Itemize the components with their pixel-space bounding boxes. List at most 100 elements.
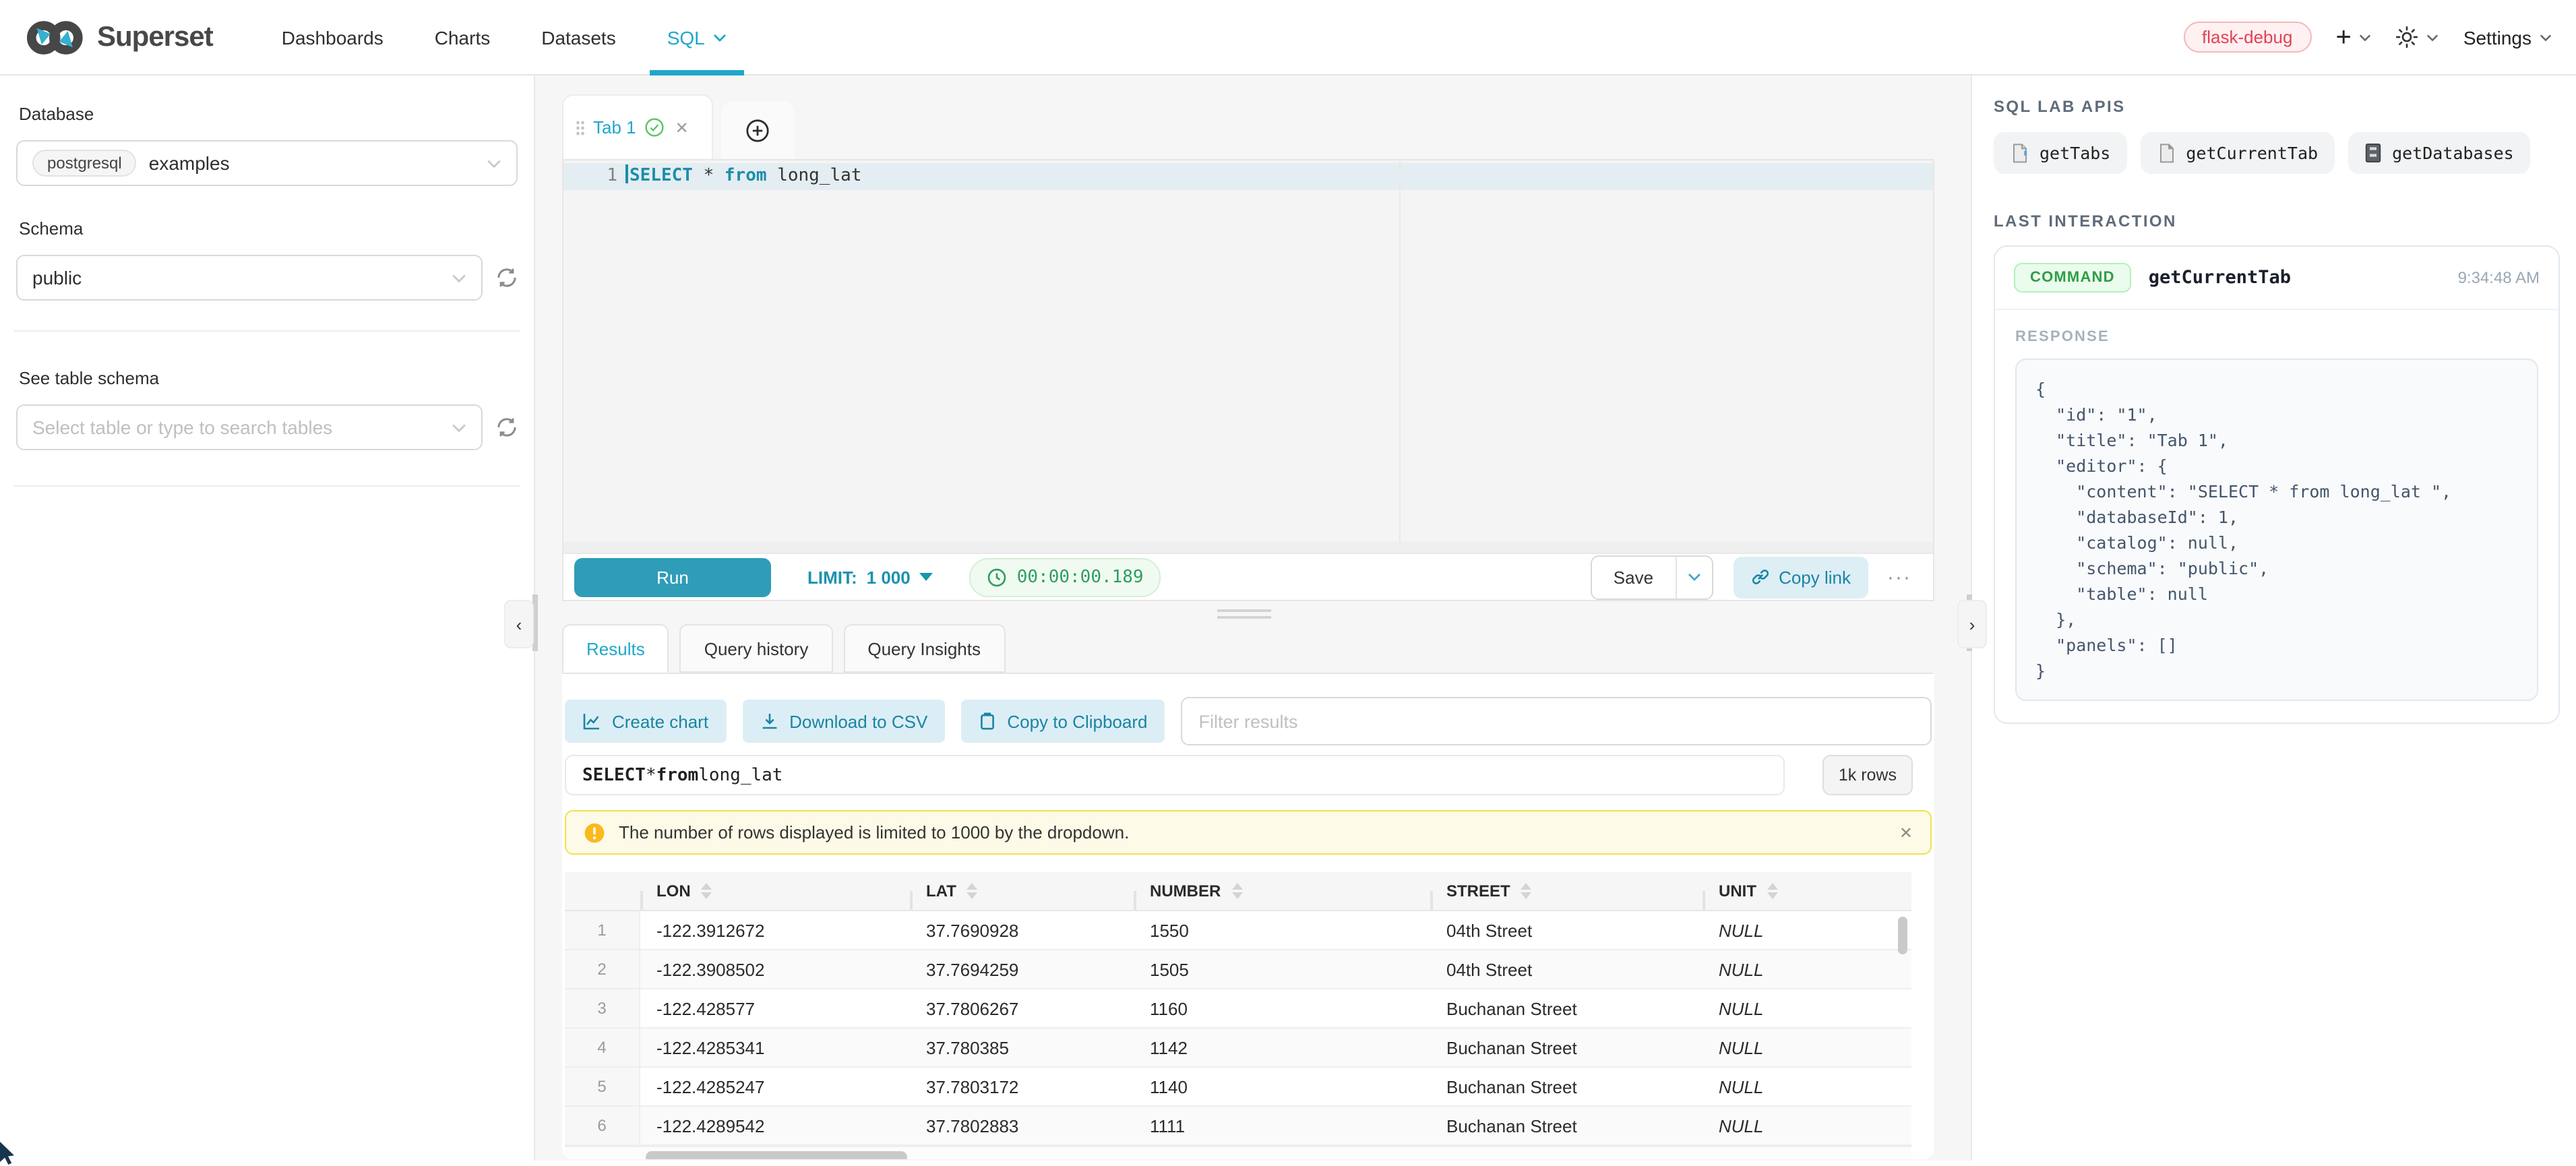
download-icon — [760, 712, 778, 731]
cell-lat: 37.780385 — [910, 1037, 1134, 1057]
command-timestamp: 9:34:48 AM — [2458, 268, 2540, 287]
table-horizontal-scrollbar-track — [565, 1146, 1911, 1159]
nav-item-datasets[interactable]: Datasets — [516, 0, 642, 75]
copy-clipboard-button[interactable]: Copy to Clipboard — [961, 700, 1165, 743]
command-badge: COMMAND — [2014, 263, 2131, 293]
chart-icon — [582, 712, 601, 731]
editor-horizontal-scrollbar[interactable] — [563, 542, 1933, 553]
superset-brand[interactable]: Superset — [24, 18, 213, 56]
database-label: Database — [19, 104, 518, 124]
table-row[interactable]: 1 -122.3912672 37.7690928 1550 04th Stre… — [565, 911, 1911, 950]
elapsed-time: 00:00:00.189 — [1017, 567, 1144, 587]
sidebar-divider — [13, 330, 520, 332]
column-header-unit[interactable]: UNIT — [1703, 882, 1911, 900]
tab-results[interactable]: Results — [562, 624, 669, 673]
save-split-button: Save — [1591, 555, 1713, 599]
response-heading: RESPONSE — [2015, 329, 2538, 345]
tab-query-history[interactable]: Query history — [680, 624, 833, 673]
close-tab-icon[interactable]: ✕ — [675, 118, 689, 137]
settings-menu[interactable]: Settings — [2463, 26, 2552, 48]
cell-number: 1111 — [1134, 1115, 1430, 1136]
column-header-number[interactable]: NUMBER — [1134, 882, 1430, 900]
collapse-left-panel-button[interactable]: ‹ — [504, 600, 534, 648]
limit-dropdown[interactable]: LIMIT: 1 000 — [807, 567, 933, 587]
table-row[interactable]: 2 -122.3908502 37.7694259 1505 04th Stre… — [565, 950, 1911, 989]
run-query-button[interactable]: Run — [574, 557, 771, 596]
theme-toggle-button[interactable] — [2396, 26, 2439, 49]
link-icon — [1750, 567, 1769, 586]
mouse-cursor — [0, 1142, 19, 1166]
download-csv-button[interactable]: Download to CSV — [742, 700, 945, 743]
table-horizontal-scrollbar[interactable] — [646, 1151, 907, 1159]
row-count-badge: 1k rows — [1822, 755, 1913, 795]
sort-icon — [1231, 883, 1242, 899]
cell-number: 1550 — [1134, 920, 1430, 940]
top-nav: Superset Dashboards Charts Datasets SQL … — [0, 0, 2576, 75]
nav-item-charts[interactable]: Charts — [409, 0, 516, 75]
more-actions-button[interactable]: ··· — [1887, 565, 1911, 588]
query-preview-row: SELECT * from long_lat 1k rows — [565, 755, 1932, 795]
filter-results-input[interactable] — [1181, 697, 1932, 745]
sql-lab-page: Superset Dashboards Charts Datasets SQL … — [0, 0, 2576, 1161]
chevron-down-icon — [2427, 33, 2439, 41]
cell-unit: NULL — [1703, 920, 1911, 940]
sql-lab-sidebar: Database postgresql examples Schema publ… — [0, 75, 535, 1161]
copy-link-button[interactable]: Copy link — [1733, 556, 1868, 598]
nav-item-dashboards[interactable]: Dashboards — [256, 0, 409, 75]
cell-unit: NULL — [1703, 998, 1911, 1018]
sql-editor-textarea[interactable]: 1 SELECT * from long_lat — [563, 160, 1933, 542]
nav-right-tools: flask-debug + Settings — [2183, 22, 2552, 53]
table-row[interactable]: 5 -122.4285247 37.7803172 1140 Buchanan … — [565, 1068, 1911, 1107]
editor-print-margin — [1399, 160, 1401, 542]
main-menu: Dashboards Charts Datasets SQL — [256, 0, 752, 75]
plus-circle-icon — [745, 118, 770, 142]
response-json: { "id": "1", "title": "Tab 1", "editor":… — [2015, 359, 2538, 701]
cell-lat: 37.7690928 — [910, 920, 1134, 940]
database-engine-badge: postgresql — [32, 150, 137, 177]
drag-handle-icon[interactable] — [576, 119, 585, 135]
column-header-lon[interactable]: LON — [640, 882, 910, 900]
table-row[interactable]: 3 -122.428577 37.7806267 1160 Buchanan S… — [565, 989, 1911, 1029]
query-timer: 00:00:00.189 — [970, 557, 1161, 596]
database-select[interactable]: postgresql examples — [16, 140, 518, 186]
alert-message: The number of rows displayed is limited … — [619, 822, 1129, 842]
table-vertical-scrollbar[interactable] — [1898, 917, 1907, 954]
page-icon — [2156, 143, 2175, 163]
column-header-lat[interactable]: LAT — [910, 882, 1134, 900]
create-chart-button[interactable]: Create chart — [565, 700, 726, 743]
save-options-button[interactable] — [1675, 556, 1711, 598]
table-select[interactable]: Select table or type to search tables — [16, 404, 483, 450]
cell-lon: -122.4285341 — [640, 1037, 910, 1057]
collapse-right-panel-button[interactable]: › — [1957, 600, 1987, 648]
new-item-button[interactable]: + — [2335, 24, 2371, 51]
get-current-tab-button[interactable]: getCurrentTab — [2140, 132, 2334, 174]
pane-resize-handle[interactable] — [1217, 607, 1271, 620]
sun-icon — [2396, 26, 2419, 49]
tab-query-insights[interactable]: Query Insights — [843, 624, 1005, 673]
sort-icon — [702, 883, 712, 899]
table-select-placeholder: Select table or type to search tables — [32, 417, 332, 438]
schema-select[interactable]: public — [16, 255, 483, 301]
table-row[interactable]: 4 -122.4285341 37.780385 1142 Buchanan S… — [565, 1029, 1911, 1068]
row-index: 5 — [565, 1068, 640, 1105]
get-databases-button[interactable]: getDatabases — [2348, 132, 2530, 174]
last-interaction-heading: LAST INTERACTION — [1994, 212, 2560, 231]
get-tabs-button[interactable]: getTabs — [1994, 132, 2126, 174]
refresh-tables-icon[interactable] — [496, 417, 518, 438]
results-tab-bar: Results Query history Query Insights — [562, 625, 1933, 674]
close-alert-icon[interactable]: ✕ — [1899, 823, 1913, 842]
table-row[interactable]: 6 -122.4289542 37.7802883 1111 Buchanan … — [565, 1107, 1911, 1146]
nav-item-sql[interactable]: SQL — [642, 0, 752, 75]
row-index: 2 — [565, 950, 640, 988]
results-table: LON LAT NUMBER STREET UNIT 1 -122.391267… — [565, 872, 1911, 1159]
cell-unit: NULL — [1703, 1115, 1911, 1136]
save-button[interactable]: Save — [1592, 556, 1675, 598]
column-header-street[interactable]: STREET — [1430, 882, 1703, 900]
new-tab-button[interactable] — [721, 101, 794, 159]
cell-street: Buchanan Street — [1430, 1037, 1703, 1057]
results-panel: Create chart Download to CSV Copy to Cli… — [562, 674, 1934, 1159]
cell-lon: -122.3912672 — [640, 920, 910, 940]
editor-tab-1[interactable]: Tab 1 ✕ — [562, 94, 713, 159]
refresh-schemas-icon[interactable] — [496, 267, 518, 288]
row-index: 6 — [565, 1107, 640, 1144]
